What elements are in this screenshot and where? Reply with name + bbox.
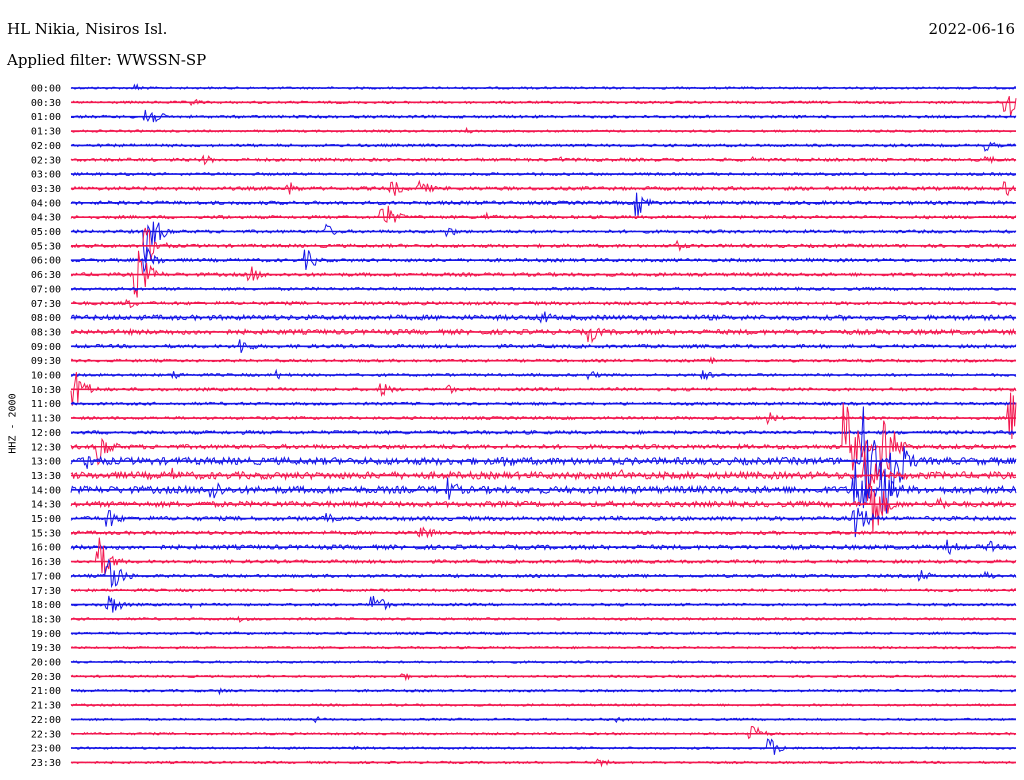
time-tick-label: 03:00 — [31, 170, 61, 181]
time-tick-label: 00:00 — [31, 84, 61, 95]
time-tick-label: 17:30 — [31, 586, 61, 597]
time-tick-label: 14:30 — [31, 500, 61, 511]
time-tick-label: 01:30 — [31, 127, 61, 138]
time-tick-label: 18:30 — [31, 614, 61, 625]
time-tick-label: 20:00 — [31, 658, 61, 669]
trace-row — [70, 537, 1017, 575]
time-tick-label: 19:00 — [31, 629, 61, 640]
time-tick-label: 14:00 — [31, 485, 61, 496]
time-tick-label: 04:30 — [31, 213, 61, 224]
time-tick-label: 16:00 — [31, 543, 61, 554]
trace-row — [70, 205, 1017, 223]
time-tick-label: 18:00 — [31, 600, 61, 611]
time-tick-label: 09:30 — [31, 356, 61, 367]
trace-row — [70, 402, 1017, 477]
time-tick-label: 12:30 — [31, 442, 61, 453]
helicorder-plot: 00:00 00:30 01:00 01:30 02:00 02:30 03:00 03:30… — [31, 83, 1017, 769]
time-tick-label: 03:30 — [31, 184, 61, 195]
time-tick-label: 22:30 — [31, 729, 61, 740]
time-tick-label: 20:30 — [31, 672, 61, 683]
trace-row — [70, 141, 1017, 152]
time-tick-label: 13:00 — [31, 457, 61, 468]
trace-row — [71, 96, 1017, 117]
time-tick-label: 23:30 — [31, 758, 61, 769]
time-tick-label: 11:00 — [31, 399, 61, 410]
trace-row — [71, 738, 1017, 755]
time-tick-label: 21:00 — [31, 686, 61, 697]
time-tick-label: 06:00 — [31, 256, 61, 267]
time-tick-label: 05:00 — [31, 227, 61, 238]
time-tick-label: 10:00 — [31, 371, 61, 382]
time-tick-label: 10:30 — [31, 385, 61, 396]
time-tick-label: 12:00 — [31, 428, 61, 439]
trace-row — [70, 192, 1017, 217]
time-tick-label: 08:00 — [31, 313, 61, 324]
time-tick-label: 13:30 — [31, 471, 61, 482]
time-tick-label: 19:30 — [31, 643, 61, 654]
time-tick-label: 02:00 — [31, 141, 61, 152]
time-tick-label: 02:30 — [31, 155, 61, 166]
trace-row — [70, 558, 1017, 589]
time-tick-label: 07:00 — [31, 284, 61, 295]
time-tick-label: 16:30 — [31, 557, 61, 568]
time-tick-label: 08:30 — [31, 327, 61, 338]
trace-row — [70, 725, 1017, 740]
time-tick-label: 01:00 — [31, 112, 61, 123]
time-tick-label: 09:00 — [31, 342, 61, 353]
time-tick-label: 17:00 — [31, 571, 61, 582]
time-tick-label: 07:30 — [31, 299, 61, 310]
time-tick-label: 15:00 — [31, 514, 61, 525]
trace-row — [70, 327, 1017, 344]
trace-row — [70, 221, 1017, 263]
time-tick-label: 04:00 — [31, 198, 61, 209]
time-tick-label: 00:30 — [31, 98, 61, 109]
time-tick-label: 22:00 — [31, 715, 61, 726]
time-tick-label: 11:30 — [31, 414, 61, 425]
time-tick-label: 06:30 — [31, 270, 61, 281]
time-tick-label: 21:30 — [31, 701, 61, 712]
time-tick-label: 23:00 — [31, 744, 61, 755]
trace-row — [70, 485, 1017, 534]
time-tick-label: 05:30 — [31, 241, 61, 252]
time-tick-label: 15:30 — [31, 528, 61, 539]
